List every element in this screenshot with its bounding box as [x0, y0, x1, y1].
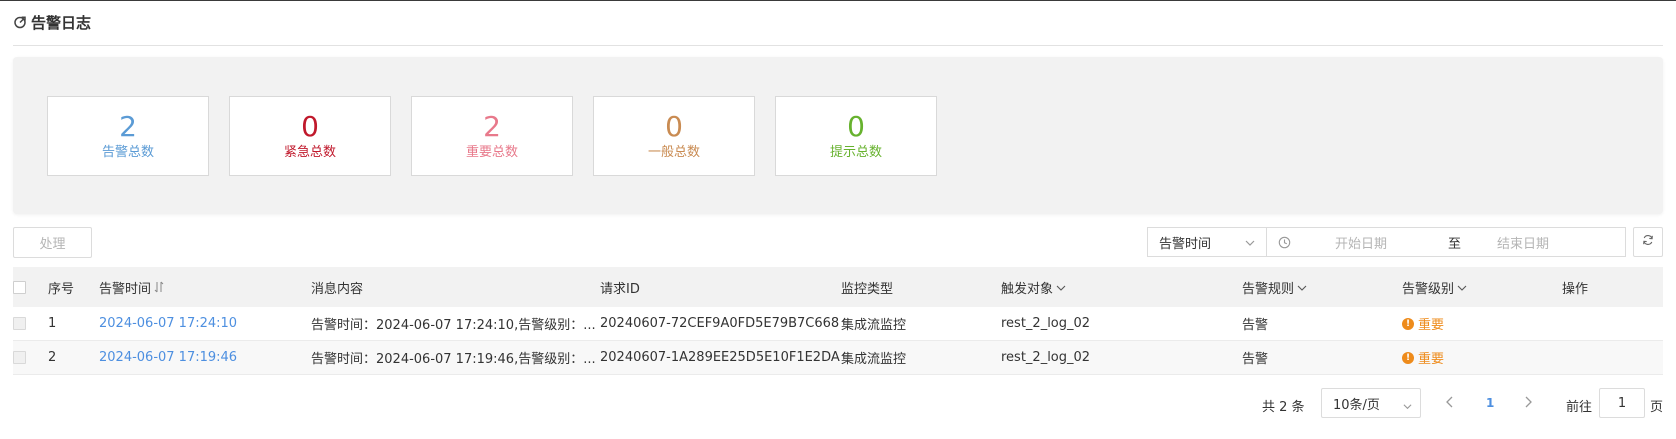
goto-unit: 页 [1650, 400, 1664, 415]
date-separator: 至 [1448, 236, 1462, 252]
time-filter-value: 告警时间 [1159, 236, 1212, 252]
col-alarm-rule-label: 告警规则 [1242, 281, 1295, 297]
stat-card-important: 2 重要总数 [411, 96, 573, 176]
stat-value: 0 [301, 110, 319, 143]
select-all-cell [13, 267, 43, 307]
window-top-border [0, 0, 1676, 1]
date-range-picker[interactable]: 开始日期 至 结束日期 [1266, 227, 1626, 257]
cell-request-id: 20240607-72CEF9A0FD5E79B7C6685... [600, 316, 840, 331]
col-trigger-target-label: 触发对象 [1001, 281, 1054, 297]
end-date-input[interactable]: 结束日期 [1497, 233, 1549, 252]
alarm-level-badge: ! 重要 [1402, 348, 1444, 367]
cell-message: 告警时间：2024-06-07 17:24:10,告警级别：... [311, 318, 596, 333]
stat-value: 0 [665, 110, 683, 143]
cell-index: 2 [48, 350, 57, 365]
prev-page-button[interactable] [1443, 395, 1457, 409]
cell-monitor-type: 集成流监控 [841, 318, 907, 333]
cell-actions [1562, 307, 1642, 340]
cell-alarm-time-link[interactable]: 2024-06-07 17:19:46 [99, 341, 299, 374]
cell-index: 1 [48, 316, 57, 331]
chevron-down-icon [1457, 282, 1467, 292]
stat-value: 2 [119, 110, 137, 143]
stat-value: 0 [847, 110, 865, 143]
stat-label: 紧急总数 [283, 145, 336, 160]
row-checkbox[interactable] [13, 317, 26, 330]
cell-alarm-time-link[interactable]: 2024-06-07 17:24:10 [99, 307, 299, 340]
col-actions: 操作 [1562, 281, 1589, 297]
col-alarm-time-label: 告警时间 [99, 281, 152, 297]
col-message: 消息内容 [311, 281, 364, 297]
row-select-cell [13, 341, 43, 374]
exclamation-circle-icon: ! [1402, 317, 1414, 330]
cell-alarm-level: ! 重要 [1402, 307, 1542, 340]
cell-alarm-rule: 告警 [1242, 352, 1269, 367]
col-alarm-level-label: 告警级别 [1402, 281, 1455, 297]
row-select-cell [13, 307, 43, 340]
alarm-level-text: 重要 [1418, 352, 1445, 367]
stat-label: 重要总数 [465, 145, 518, 160]
next-page-button[interactable] [1521, 395, 1535, 409]
alarm-level-badge: ! 重要 [1402, 314, 1444, 333]
page-size-select[interactable]: 10条/页 [1321, 388, 1421, 418]
cell-alarm-rule: 告警 [1242, 318, 1269, 333]
table-header: 序号 告警时间 消息内容 请求ID 监控类型 触发对象 告警规则 告警级别 操作 [13, 267, 1663, 307]
clock-icon [1278, 236, 1291, 249]
page-size-value: 10条/页 [1333, 397, 1380, 413]
cell-message: 告警时间：2024-06-07 17:19:46,告警级别：... [311, 352, 596, 367]
page-title: 告警日志 [31, 13, 92, 32]
pagination-total: 共 2 条 [1262, 400, 1305, 415]
chevron-down-icon [1245, 237, 1255, 247]
table-row: 2 2024-06-07 17:19:46 告警时间：2024-06-07 17… [13, 341, 1663, 375]
stats-panel: 2 告警总数 0 紧急总数 2 重要总数 0 一般总数 0 提示总数 [13, 57, 1663, 214]
stat-value: 2 [483, 110, 501, 143]
col-monitor-type: 监控类型 [841, 281, 894, 297]
row-checkbox[interactable] [13, 351, 26, 364]
col-request-id: 请求ID [600, 281, 640, 297]
col-alarm-rule[interactable]: 告警规则 [1242, 267, 1382, 307]
page-number-current[interactable]: 1 [1486, 396, 1494, 410]
refresh-button[interactable] [1633, 227, 1663, 257]
page-header: 告警日志 [13, 12, 91, 32]
chevron-right-icon [1525, 396, 1532, 408]
exclamation-circle-icon: ! [1402, 351, 1414, 364]
stat-label: 一般总数 [647, 145, 700, 160]
cell-trigger-target: rest_2_log_02 [1001, 350, 1091, 365]
chevron-down-icon [1297, 282, 1307, 292]
cell-actions [1562, 341, 1642, 374]
alarm-level-text: 重要 [1418, 318, 1445, 333]
stat-label: 告警总数 [101, 145, 154, 160]
col-index: 序号 [48, 281, 75, 297]
header-divider [13, 45, 1663, 46]
stat-card-urgent: 0 紧急总数 [229, 96, 391, 176]
stat-card-hint: 0 提示总数 [775, 96, 937, 176]
chevron-down-icon [1056, 282, 1066, 292]
goto-page-input[interactable] [1599, 388, 1645, 418]
cell-trigger-target: rest_2_log_02 [1001, 316, 1091, 331]
col-alarm-level[interactable]: 告警级别 [1402, 267, 1542, 307]
start-date-input[interactable]: 开始日期 [1335, 233, 1387, 252]
col-alarm-time[interactable]: 告警时间 [99, 267, 289, 307]
process-button[interactable]: 处理 [13, 227, 92, 258]
stat-card-general: 0 一般总数 [593, 96, 755, 176]
alarm-log-table: 序号 告警时间 消息内容 请求ID 监控类型 触发对象 告警规则 告警级别 操作… [13, 267, 1663, 375]
sort-icon[interactable] [154, 281, 164, 293]
cell-monitor-type: 集成流监控 [841, 352, 907, 367]
stat-label: 提示总数 [829, 145, 882, 160]
time-filter-select[interactable]: 告警时间 [1147, 227, 1267, 257]
stat-card-total: 2 告警总数 [47, 96, 209, 176]
table-row: 1 2024-06-07 17:24:10 告警时间：2024-06-07 17… [13, 307, 1663, 341]
cell-request-id: 20240607-1A289EE25D5E10F1E2DAF... [600, 350, 840, 365]
select-all-checkbox[interactable] [13, 280, 26, 294]
cell-alarm-level: ! 重要 [1402, 341, 1542, 374]
chevron-left-icon [1446, 396, 1453, 408]
col-trigger-target[interactable]: 触发对象 [1001, 267, 1201, 307]
refresh-icon [1642, 234, 1654, 250]
refresh-circle-icon [13, 15, 27, 29]
goto-label: 前往 [1566, 400, 1593, 415]
chevron-down-icon [1403, 400, 1412, 410]
